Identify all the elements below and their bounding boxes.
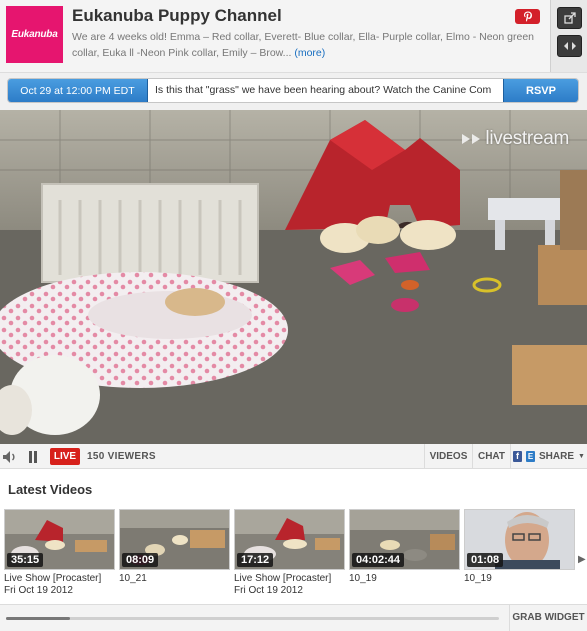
live-badge: LIVE [50,448,80,465]
video-duration: 04:02:44 [352,553,405,567]
share-label: SHARE [539,451,575,462]
player-controls: LIVE 150 VIEWERS VIDEOS CHAT f E SHARE ▼ [0,444,587,469]
video-thumbnail[interactable]: 17:12 [234,509,345,570]
pinterest-icon [523,11,532,22]
popout-icon [563,12,576,24]
video-card[interactable]: 01:08 10_19 [464,509,575,585]
tab-chat[interactable]: CHAT [472,444,510,469]
latest-videos-section: Latest Videos 35:15 Live Show [Procaster… [0,469,587,604]
speaker-icon [3,450,15,463]
video-title[interactable]: 10_19 [349,573,460,584]
side-controls [550,0,587,72]
event-description[interactable]: Is this that "grass" we have been hearin… [155,79,501,102]
livestream-watermark: livestream [460,128,569,150]
grab-widget-button[interactable]: GRAB WIDGET [509,605,587,631]
email-icon: E [526,451,536,462]
video-thumbnail[interactable]: 01:08 [464,509,575,570]
viewer-count: 150 VIEWERS [87,451,156,462]
livestream-logo-icon [462,134,481,144]
watermark-text: livestream [485,128,569,149]
video-title[interactable]: 10_19 [464,573,575,584]
thumbnail-scrollbar[interactable] [6,617,499,620]
event-bar: Oct 29 at 12:00 PM EDT Is this that "gra… [0,72,587,110]
channel-description: We are 4 weeks old! Emma – Red collar, E… [72,29,544,61]
pinterest-button[interactable] [515,9,540,24]
video-frame [0,110,587,444]
video-card[interactable]: 04:02:44 10_19 [349,509,460,585]
video-player[interactable]: livestream [0,110,587,444]
rsvp-button[interactable]: RSVP [503,79,578,102]
more-link[interactable]: (more) [294,47,325,59]
video-title[interactable]: Live Show [Procaster] [234,573,345,584]
channel-header: Eukanuba Eukanuba Puppy Channel We are 4… [0,0,550,72]
expand-arrows-icon [563,42,576,50]
video-duration: 08:09 [122,553,159,567]
video-card[interactable]: 35:15 Live Show [Procaster] Fri Oct 19 2… [4,509,115,596]
event-date: Oct 29 at 12:00 PM EDT [8,79,148,102]
event-banner: Oct 29 at 12:00 PM EDT Is this that "gra… [7,78,579,103]
volume-button[interactable] [0,444,20,469]
widget-footer: GRAB WIDGET [0,604,587,631]
video-thumbnail[interactable]: 04:02:44 [349,509,460,570]
pause-button[interactable] [24,444,42,469]
logo-text: Eukanuba [11,29,58,40]
video-date: Fri Oct 19 2012 [234,585,303,596]
video-duration: 35:15 [7,553,44,567]
expand-button[interactable] [557,35,582,57]
scrollbar-thumb[interactable] [6,617,71,620]
share-button[interactable]: f E SHARE ▼ [510,444,587,469]
video-title[interactable]: 10_21 [119,573,230,584]
facebook-icon: f [513,451,523,462]
video-date: Fri Oct 19 2012 [4,585,73,596]
channel-title[interactable]: Eukanuba Puppy Channel [72,6,282,26]
channel-logo[interactable]: Eukanuba [6,6,63,63]
video-duration: 01:08 [467,553,504,567]
next-videos-arrow-icon[interactable]: ▶ [578,554,586,565]
pause-icon [29,450,37,463]
video-thumbnail[interactable]: 08:09 [119,509,230,570]
popout-button[interactable] [557,7,582,29]
chevron-down-icon: ▼ [578,453,585,460]
latest-videos-heading: Latest Videos [8,482,93,497]
video-card[interactable]: 17:12 Live Show [Procaster] Fri Oct 19 2… [234,509,345,596]
tab-videos[interactable]: VIDEOS [424,444,472,469]
video-title[interactable]: Live Show [Procaster] [4,573,115,584]
video-duration: 17:12 [237,553,274,567]
video-thumbnail[interactable]: 35:15 [4,509,115,570]
video-card[interactable]: 08:09 10_21 [119,509,230,585]
